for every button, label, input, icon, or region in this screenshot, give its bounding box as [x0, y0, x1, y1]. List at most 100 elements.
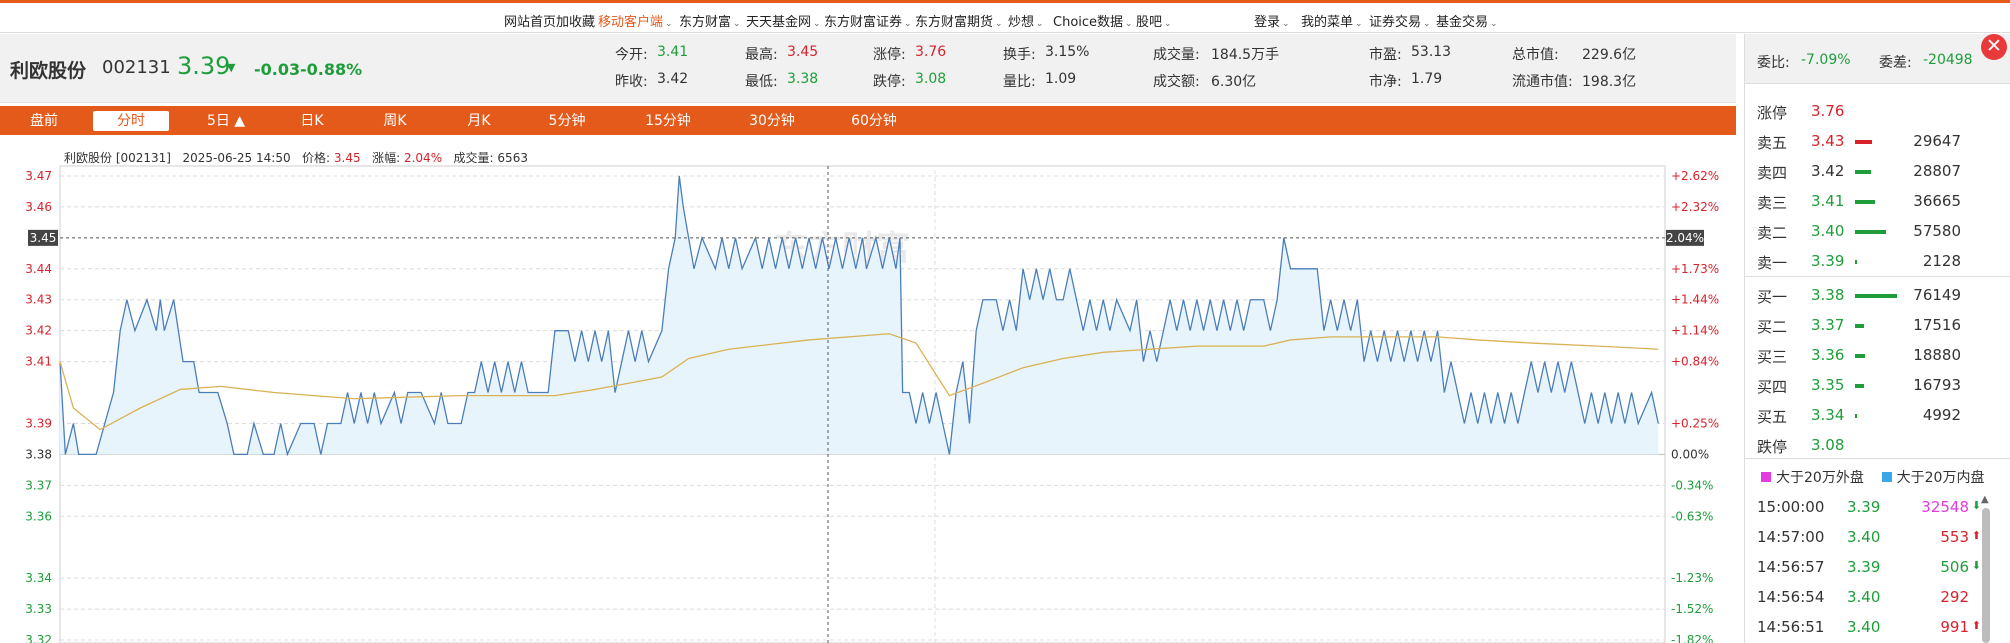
trade-time: 15:00:00 [1757, 498, 1825, 516]
order-level-price: 3.39 [1811, 252, 1845, 270]
tab-9[interactable]: 60分钟 [844, 111, 904, 131]
trade-price: 3.39 [1847, 558, 1881, 576]
chevron-down-icon: ⌄ [1036, 19, 1044, 29]
nav-item-8[interactable]: Choice数据 ⌄ [1053, 11, 1133, 30]
stock-price: 3.39 [177, 52, 231, 80]
tab-1[interactable]: 分时 [93, 111, 169, 131]
order-level-label: 卖二 [1757, 224, 1788, 242]
stock-name: 利欧股份 [10, 60, 87, 82]
y-tick-right: -0.63% [1671, 509, 1713, 523]
y-tick-right: +2.62% [1671, 169, 1719, 183]
nav-item-label: 股吧 [1136, 15, 1163, 30]
nav-item-5[interactable]: 东方财富证券 ⌄ [824, 11, 912, 30]
chart-price-label: 价格: [302, 151, 331, 165]
nav-item-3[interactable]: 东方财富 ⌄ [679, 11, 741, 30]
trade-volume: 553 [1940, 528, 1969, 546]
tab-8[interactable]: 30分钟 [742, 111, 802, 131]
order-level-label: 买五 [1757, 408, 1788, 426]
order-level-price: 3.34 [1811, 406, 1845, 424]
order-level-price: 3.38 [1811, 286, 1845, 304]
order-level-label: 买二 [1757, 318, 1788, 336]
sell-legend-swatch [1881, 472, 1892, 482]
order-level-price: 3.37 [1811, 316, 1845, 334]
nav-item-9[interactable]: 股吧 ⌄ [1136, 11, 1172, 30]
chart-chg-label: 涨幅: [372, 151, 401, 165]
nav-right-item-1[interactable]: 我的菜单 ⌄ [1301, 11, 1363, 30]
order-book-row: 涨停 3.76 [1745, 96, 2010, 126]
trade-volume: 292 [1940, 588, 1969, 606]
nav-item-1[interactable]: 加收藏 [556, 11, 595, 30]
book-divider [1745, 458, 2010, 459]
buy-legend-swatch [1761, 472, 1771, 482]
trade-price: 3.40 [1847, 588, 1881, 606]
chart-stock-label: 利欧股份 [002131] [64, 151, 171, 165]
y-tick-right: 0.00% [1671, 447, 1709, 461]
trade-time: 14:56:54 [1757, 588, 1825, 606]
nav-right-item-0[interactable]: 登录 ⌄ [1254, 11, 1290, 30]
order-book-row: 买五 3.34 4992 [1745, 400, 2010, 430]
trade-row: 15:00:00 3.39 32548 ⬇ [1757, 492, 1987, 522]
stat-label: 最高: [745, 47, 778, 63]
chevron-down-icon: ⌄ [904, 19, 912, 29]
tab-2[interactable]: 5日 ▲ [196, 111, 256, 131]
nav-item-7[interactable]: 炒想 ⌄ [1008, 11, 1044, 30]
order-book-row: 买四 3.35 16793 [1745, 370, 2010, 400]
stat-value: 1.09 [1045, 71, 1077, 87]
tab-0[interactable]: 盘前 [18, 111, 70, 131]
order-volume-bar [1855, 384, 1864, 388]
y-tick-right: +1.14% [1671, 324, 1719, 338]
intraday-chart[interactable]: 3.47 +2.62% 3.46 +2.32% 3.44 +1.73% 3.43 +1.44%… [0, 164, 1736, 643]
y-tick-right: -0.34% [1671, 478, 1713, 492]
order-volume-bar [1855, 260, 1857, 264]
weicha-label: 委差: [1879, 55, 1912, 71]
trades-scrollbar[interactable]: ▲ [1980, 494, 1992, 643]
y-tick-left: 3.36 [25, 509, 52, 523]
stat-value: 3.38 [787, 71, 819, 87]
stat-label: 量比: [1003, 74, 1036, 90]
trade-volume: 991 [1940, 618, 1969, 636]
close-button[interactable]: ✕ [1981, 34, 2007, 60]
y-tick-right: +0.84% [1671, 355, 1719, 369]
tab-3[interactable]: 日K [290, 111, 334, 131]
y-tick-left: 3.32 [25, 633, 52, 643]
order-level-volume: 29647 [1913, 132, 1961, 150]
weibi-label: 委比: [1757, 55, 1790, 71]
nav-item-6[interactable]: 东方财富期货 ⌄ [915, 11, 1003, 30]
trade-volume: 506 [1940, 558, 1969, 576]
y-tick-left: 3.37 [25, 478, 52, 492]
stat-label: 市盈: [1369, 47, 1402, 63]
scroll-up-icon[interactable]: ▲ [1981, 494, 1989, 505]
nav-right-item-3[interactable]: 基金交易 ⌄ [1436, 11, 1498, 30]
order-level-label: 买四 [1757, 378, 1788, 396]
y-tick-right: +2.32% [1671, 200, 1719, 214]
nav-right-label: 我的菜单 [1301, 15, 1354, 30]
order-volume-bar [1855, 200, 1875, 204]
nav-item-label: 东方财富 [679, 15, 732, 30]
y-tick-left: 3.42 [25, 324, 52, 338]
y-tick-left: 3.39 [25, 416, 52, 430]
order-level-price: 3.41 [1811, 192, 1845, 210]
nav-right-item-2[interactable]: 证券交易 ⌄ [1369, 11, 1431, 30]
stat-label: 昨收: [615, 74, 648, 90]
order-level-volume: 4992 [1922, 406, 1961, 424]
nav-item-4[interactable]: 天天基金网 ⌄ [746, 11, 821, 30]
tab-7[interactable]: 15分钟 [638, 111, 698, 131]
tab-4[interactable]: 周K [373, 111, 417, 131]
order-volume-bar [1855, 354, 1865, 358]
tab-6[interactable]: 5分钟 [541, 111, 593, 131]
scrollbar-thumb[interactable] [1982, 508, 1990, 643]
book-divider [1745, 276, 2010, 277]
order-ratio-bar: 委比: -7.09% 委差: -20498 [1745, 34, 2010, 84]
order-level-volume: 76149 [1913, 286, 1961, 304]
nav-item-2[interactable]: 移动客户端 ⌄ [598, 11, 673, 30]
tab-5[interactable]: 月K [457, 111, 501, 131]
y-tick-right: +1.73% [1671, 262, 1719, 276]
chart-vol-value: 6563 [497, 151, 528, 165]
chart-date: 2025-06-25 14:50 [182, 151, 291, 165]
nav-item-label: 炒想 [1008, 15, 1035, 30]
y-tick-left: 3.34 [25, 571, 52, 585]
order-level-label: 卖四 [1757, 164, 1788, 182]
nav-right-label: 证券交易 [1369, 15, 1422, 30]
nav-item-0[interactable]: 网站首页 [504, 11, 556, 30]
order-level-price: 3.36 [1811, 346, 1845, 364]
